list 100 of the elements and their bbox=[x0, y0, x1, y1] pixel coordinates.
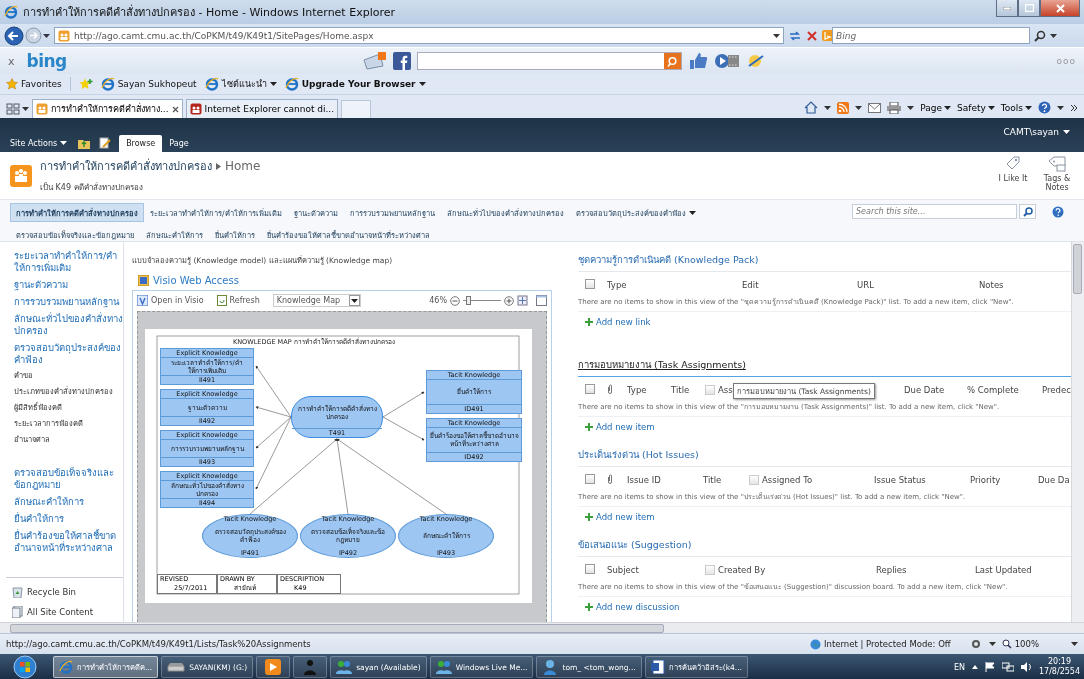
help-icon[interactable] bbox=[1052, 205, 1064, 218]
zoom-in-icon[interactable] bbox=[504, 295, 514, 306]
browser-tab[interactable]: Internet Explorer cannot di... bbox=[185, 99, 339, 118]
menu-button[interactable]: Page bbox=[920, 102, 952, 113]
add-new-link[interactable]: Add new item bbox=[578, 507, 1071, 522]
list-title-link[interactable]: ข้อเสนอแนะ (Suggestion) bbox=[578, 539, 692, 550]
column-header[interactable]: Due Da bbox=[1038, 474, 1071, 485]
user-menu[interactable]: CAMT\sayan bbox=[1003, 127, 1070, 137]
home-icon[interactable] bbox=[804, 101, 819, 114]
search-field[interactable]: Bing bbox=[832, 27, 1030, 44]
add-new-link[interactable]: Add new discussion bbox=[578, 597, 1071, 612]
column-header[interactable]: Edit bbox=[742, 279, 857, 290]
column-header[interactable]: Title bbox=[671, 384, 705, 395]
favorites-button[interactable]: Favorites bbox=[6, 78, 62, 90]
checkbox[interactable] bbox=[749, 474, 759, 485]
chevron-icon[interactable] bbox=[1070, 103, 1078, 112]
thumbs-up-icon[interactable] bbox=[687, 52, 708, 70]
column-header[interactable]: Assigned To bbox=[762, 474, 813, 485]
menu-button[interactable]: Tools bbox=[1000, 102, 1032, 113]
close-toolbar-button[interactable]: x bbox=[8, 54, 15, 68]
column-header[interactable]: Type bbox=[607, 279, 742, 290]
feed-icon[interactable] bbox=[837, 101, 850, 114]
quick-launch-link[interactable]: ฐานะตัวความ bbox=[14, 279, 123, 291]
browser-tab[interactable]: การทำคำให้การคดีคำสั่งทาง... bbox=[32, 99, 183, 118]
column-header[interactable]: Priority bbox=[970, 474, 1038, 485]
vertical-scrollbar[interactable] bbox=[1071, 242, 1084, 622]
search-icon[interactable] bbox=[1034, 29, 1046, 42]
column-header[interactable]: Issue Status bbox=[874, 474, 970, 485]
mail-icon[interactable] bbox=[868, 102, 882, 113]
add-favorite-icon[interactable] bbox=[78, 78, 93, 90]
edit-page-icon[interactable] bbox=[99, 137, 112, 149]
facebook-icon[interactable] bbox=[392, 52, 411, 70]
slider-thumb[interactable] bbox=[465, 296, 471, 305]
checkbox[interactable] bbox=[585, 278, 595, 289]
stop-icon[interactable] bbox=[806, 29, 818, 42]
quick-launch-link[interactable]: ระยะเวลาทำคำให้การ/คำให้การเพิ่มเติม bbox=[14, 250, 123, 274]
language-indicator[interactable]: EN bbox=[953, 662, 965, 672]
search-button[interactable] bbox=[1019, 204, 1036, 219]
column-header[interactable]: % Complete bbox=[967, 384, 1042, 395]
quick-launch-link[interactable]: ยื่นคำให้การ bbox=[14, 513, 123, 525]
site-title-link[interactable]: การทำคำให้การคดีคำสั่งทางปกครอง bbox=[40, 157, 212, 175]
ribbon-tab[interactable]: Page bbox=[162, 135, 196, 152]
show-hidden-icons-icon[interactable] bbox=[971, 665, 978, 669]
taskbar-button[interactable] bbox=[256, 656, 291, 678]
checkbox[interactable] bbox=[585, 563, 595, 574]
open-in-visio-button[interactable]: Open in Visio bbox=[137, 295, 204, 306]
start-button[interactable] bbox=[12, 655, 38, 679]
refresh-button[interactable]: Refresh bbox=[216, 295, 260, 306]
site-search-field[interactable]: Search this site... bbox=[852, 204, 1017, 219]
favorite-link[interactable]: Upgrade Your Browser bbox=[284, 77, 426, 91]
column-header[interactable]: URL bbox=[857, 279, 979, 290]
maximize-button[interactable] bbox=[1018, 0, 1040, 17]
quick-launch-link[interactable]: ลักษณะทั่วไปของคำสั่งทางปกครอง bbox=[14, 313, 123, 337]
column-header[interactable]: Type bbox=[627, 384, 671, 395]
recycle-bin-link[interactable]: Recycle Bin bbox=[12, 586, 123, 598]
column-header[interactable]: Last Updated bbox=[975, 564, 1071, 575]
column-header[interactable]: Issue ID bbox=[627, 474, 703, 485]
zoom-out-icon[interactable] bbox=[450, 295, 460, 306]
column-header[interactable]: Subject bbox=[607, 564, 705, 575]
refresh-icon[interactable] bbox=[788, 28, 802, 43]
close-tab-icon[interactable] bbox=[171, 105, 179, 113]
site-actions-menu[interactable]: Site Actions bbox=[10, 134, 68, 152]
column-header[interactable]: Due Date bbox=[904, 384, 967, 395]
ribbon-tab[interactable]: Browse bbox=[119, 135, 163, 152]
quick-launch-link[interactable]: ลักษณะคำให้การ bbox=[14, 496, 123, 508]
quick-launch-link[interactable]: ตรวจสอบข้อเท็จจริงและข้อกฎหมาย bbox=[14, 467, 123, 491]
quick-launch-link[interactable]: ตรวจสอบวัตถุประสงค์ของคำฟ้อง bbox=[14, 342, 123, 366]
mail-icon[interactable] bbox=[362, 52, 387, 70]
like-button[interactable]: I Like It bbox=[996, 152, 1030, 199]
taskbar-button[interactable] bbox=[293, 656, 328, 678]
quick-launch-link[interactable]: ยื่นคำร้องขอให้ศาลชี้ขาดอำนาจหน้าที่ระหว่างศาล bbox=[14, 530, 123, 554]
close-button[interactable] bbox=[1040, 0, 1080, 17]
list-title-link[interactable]: ชุดความรู้การดำเนินคดี (Knowledge Pack) bbox=[578, 254, 759, 265]
add-new-link[interactable]: Add new link bbox=[578, 312, 1071, 327]
checkbox[interactable] bbox=[585, 473, 595, 484]
list-title-link[interactable]: การมอบหมายงาน (Task Assignments) bbox=[578, 359, 746, 370]
zoom-button[interactable]: 100% bbox=[1001, 639, 1039, 649]
horizontal-scrollbar[interactable] bbox=[0, 622, 1084, 633]
toolbar-search-field[interactable] bbox=[416, 52, 682, 70]
print-icon[interactable] bbox=[887, 101, 902, 114]
navigate-up-icon[interactable] bbox=[77, 137, 92, 149]
panel-icon[interactable] bbox=[536, 295, 547, 306]
video-icon[interactable] bbox=[713, 52, 740, 70]
minimize-button[interactable] bbox=[996, 0, 1018, 17]
tags-notes-button[interactable]: Tags & Notes bbox=[1040, 152, 1074, 199]
address-field[interactable]: http://ago.camt.cmu.ac.th/CoPKM/t49/K49t1/SitePages/Home.aspx bbox=[54, 27, 784, 44]
favorite-link[interactable]: Sayan Sukhopeut bbox=[100, 77, 197, 91]
checkbox[interactable] bbox=[585, 383, 595, 394]
page-dropdown[interactable]: Knowledge Map bbox=[272, 294, 361, 307]
favorite-link[interactable]: ไซต์แนะนำ bbox=[204, 77, 277, 91]
column-header[interactable]: Notes bbox=[979, 279, 1071, 290]
network-icon[interactable] bbox=[1001, 662, 1014, 672]
column-header[interactable]: Replies bbox=[876, 564, 975, 575]
column-header[interactable]: Predec bbox=[1042, 384, 1071, 395]
back-icon[interactable] bbox=[4, 25, 24, 46]
quick-launch-link[interactable]: การรวบรวมพยานหลักฐาน bbox=[14, 296, 123, 308]
help-icon[interactable] bbox=[1038, 101, 1051, 114]
quick-tabs-icon[interactable] bbox=[6, 102, 20, 115]
column-header[interactable]: Created By bbox=[718, 564, 766, 575]
column-header[interactable]: Assi bbox=[718, 384, 736, 395]
